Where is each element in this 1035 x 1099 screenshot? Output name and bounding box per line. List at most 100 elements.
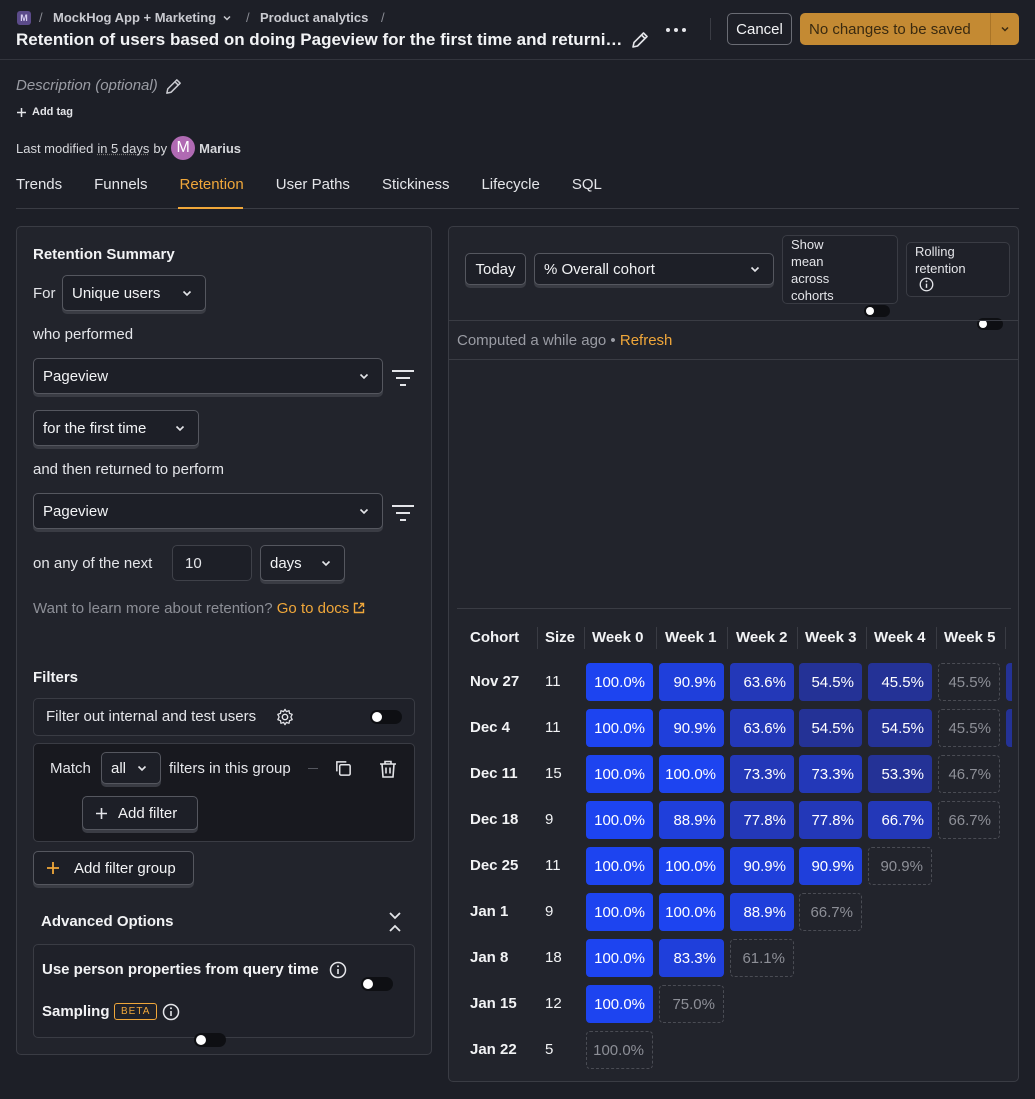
retention-cell[interactable]: 63.6% (730, 663, 794, 701)
who-performed-label: who performed (33, 326, 134, 343)
copy-icon[interactable] (334, 759, 353, 778)
breadcrumb-project[interactable]: MockHog App + Marketing (53, 10, 232, 25)
retention-cell[interactable]: 90.9% (659, 709, 724, 747)
retention-cell[interactable]: 73.3% (730, 755, 794, 793)
table-header: Week 1 (665, 629, 717, 646)
retention-cell[interactable]: 63.6% (730, 709, 794, 747)
author-name[interactable]: Marius (199, 141, 241, 156)
add-filter-group-button[interactable]: Add filter group (33, 851, 194, 885)
retention-cell[interactable]: 54.5% (868, 709, 932, 747)
retention-cell[interactable]: 77.8% (730, 801, 794, 839)
tab-funnels[interactable]: Funnels (94, 176, 147, 193)
cohort-display-select[interactable]: % Overall cohort (534, 253, 774, 285)
tab-retention[interactable]: Retention (180, 176, 244, 193)
tab-sql[interactable]: SQL (572, 176, 602, 193)
tab-stickiness[interactable]: Stickiness (382, 176, 450, 193)
gear-icon[interactable] (276, 708, 294, 726)
start-mode-select[interactable]: for the first time (33, 410, 199, 446)
retention-cell[interactable]: 100.0% (586, 893, 653, 931)
retention-cell[interactable]: 100.0% (659, 847, 724, 885)
period-unit-select[interactable]: days (260, 545, 345, 581)
retention-cell[interactable]: 66.7% (938, 801, 1000, 839)
column-separator (584, 627, 585, 649)
retention-cell[interactable]: 90.9% (730, 847, 794, 885)
retention-cell[interactable]: 100.0% (586, 847, 653, 885)
retention-cell[interactable]: 100.0% (586, 663, 653, 701)
retention-cell[interactable]: 46.7% (938, 755, 1000, 793)
period-count-input[interactable]: 10 (172, 545, 252, 581)
save-button[interactable]: No changes to be saved (800, 13, 1019, 45)
table-header: Week 5 (944, 629, 996, 646)
cohort-size: 15 (545, 765, 562, 782)
retention-cell[interactable]: 45.5% (868, 663, 932, 701)
retention-cell[interactable]: 77.8% (799, 801, 862, 839)
collapse-icon[interactable] (387, 911, 403, 933)
add-filter-button[interactable]: Add filter (82, 796, 198, 830)
retention-cell[interactable]: 73.3% (799, 755, 862, 793)
retention-cell[interactable]: 100.0% (659, 893, 724, 931)
more-options-icon[interactable] (665, 26, 687, 34)
match-select[interactable]: all (101, 752, 161, 784)
retention-cell[interactable]: 61.1% (730, 939, 794, 977)
retention-cell[interactable]: 45.5% (938, 663, 1000, 701)
breadcrumb-section[interactable]: Product analytics (260, 10, 368, 25)
chevron-down-icon (175, 425, 185, 432)
info-icon[interactable] (162, 1003, 180, 1021)
trash-icon[interactable] (378, 759, 398, 779)
retention-cell[interactable]: 66.7% (799, 893, 862, 931)
retention-cell[interactable]: 54.5% (799, 663, 862, 701)
retention-cell[interactable]: 90.9% (659, 663, 724, 701)
retention-cell[interactable]: 88.9% (659, 801, 724, 839)
retention-cell[interactable]: 100.0% (586, 801, 653, 839)
retention-cell[interactable]: 100.0% (586, 939, 653, 977)
info-icon[interactable] (919, 277, 934, 292)
tab-trends[interactable]: Trends (16, 176, 62, 193)
date-range-button[interactable]: Today (465, 253, 526, 285)
retention-cell[interactable]: 90.9% (799, 847, 862, 885)
table-header: Size (545, 629, 576, 646)
info-icon[interactable] (329, 961, 347, 979)
advanced-options-title[interactable]: Advanced Options (41, 913, 174, 930)
person-props-toggle[interactable] (361, 977, 393, 991)
retention-cell[interactable]: 66.7% (868, 801, 932, 839)
cohort-label: Dec 11 (470, 765, 518, 782)
retention-cell[interactable]: 100.0% (586, 1031, 653, 1069)
retention-cell[interactable]: 45.5% (938, 709, 1000, 747)
tab-lifecycle[interactable]: Lifecycle (481, 176, 539, 193)
group-divider (308, 768, 318, 769)
retention-cell[interactable]: 100.0% (586, 709, 653, 747)
internal-users-label: Filter out internal and test users (46, 708, 257, 725)
retention-cell[interactable]: 83.3% (659, 939, 724, 977)
retention-cell[interactable]: 100.0% (586, 755, 653, 793)
computed-label: Computed a while ago (457, 332, 607, 349)
retention-cell[interactable]: 100.0% (659, 755, 724, 793)
chevron-down-icon[interactable] (1000, 24, 1010, 34)
retention-cell[interactable]: 53.3% (868, 755, 932, 793)
match-label: Match (50, 760, 91, 777)
add-tag-button[interactable]: Add tag (16, 104, 73, 120)
docs-link[interactable]: Go to docs (277, 600, 366, 617)
internal-users-toggle[interactable] (370, 710, 402, 724)
retention-cell[interactable]: 90.9% (868, 847, 932, 885)
sampling-toggle[interactable] (194, 1033, 226, 1047)
description-field[interactable]: Description (optional) (16, 77, 158, 94)
filter-icon[interactable] (391, 368, 415, 388)
retention-cell[interactable]: 54.5% (799, 709, 862, 747)
retention-cell[interactable]: 88.9% (730, 893, 794, 931)
project-logo[interactable]: M (17, 11, 31, 25)
retention-cell[interactable]: 75.0% (659, 985, 724, 1023)
chevron-down-icon (750, 266, 760, 273)
cancel-button[interactable]: Cancel (727, 13, 792, 45)
cohort-label: Jan 22 (470, 1041, 517, 1058)
tab-user-paths[interactable]: User Paths (276, 176, 350, 193)
retention-cell[interactable]: 100.0% (586, 985, 653, 1023)
last-modified-time: in 5 days (97, 140, 150, 156)
aggregation-select[interactable]: Unique users (62, 275, 206, 311)
edit-pencil-icon[interactable] (630, 30, 650, 50)
start-event-select[interactable]: Pageview (33, 358, 383, 394)
filter-icon[interactable] (391, 503, 415, 523)
return-event-select[interactable]: Pageview (33, 493, 383, 529)
show-mean-toggle[interactable] (864, 305, 890, 317)
refresh-link[interactable]: Refresh (620, 332, 673, 349)
edit-pencil-icon[interactable] (164, 77, 183, 96)
